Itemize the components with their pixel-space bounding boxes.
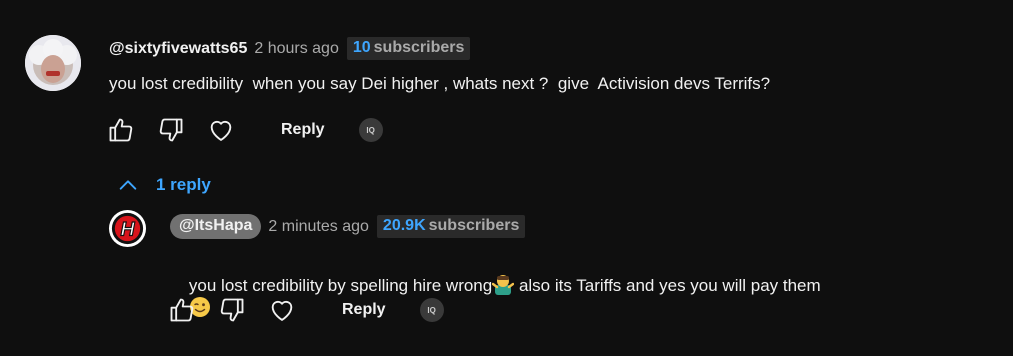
comment-timestamp[interactable]: 2 hours ago bbox=[254, 40, 339, 58]
iq-extension-icon[interactable]: IQ bbox=[358, 118, 383, 142]
avatar-image bbox=[25, 35, 81, 91]
replies-count-label[interactable]: 1 reply bbox=[156, 175, 211, 195]
reply-heart-button[interactable] bbox=[268, 296, 296, 324]
chevron-up-icon bbox=[119, 180, 137, 190]
avatar-letter: H bbox=[120, 218, 135, 240]
reply-text-part1: you lost credibility by spelling hire wr… bbox=[188, 276, 493, 295]
thumbs-up-icon bbox=[109, 118, 133, 142]
reply-text-part2: also its Tariffs and yes you will pay th… bbox=[514, 276, 821, 295]
comment-header: @sixtyfivewatts65 2 hours ago 10 subscrib… bbox=[109, 37, 471, 60]
reply-button[interactable]: Reply bbox=[281, 121, 325, 139]
reply-dislike-button[interactable] bbox=[218, 296, 246, 324]
heart-button[interactable] bbox=[207, 116, 235, 144]
thumbs-down-icon bbox=[220, 298, 244, 322]
reply-subscriber-badge: 20.9K subscribers bbox=[376, 215, 526, 238]
comment-actions: Reply IQ bbox=[107, 116, 383, 144]
commenter-avatar[interactable] bbox=[25, 35, 81, 91]
reply-reply-button[interactable]: Reply bbox=[342, 301, 386, 319]
reply-actions: Reply IQ bbox=[168, 296, 444, 324]
heart-icon bbox=[210, 121, 232, 141]
commenter-handle[interactable]: @sixtyfivewatts65 bbox=[109, 40, 247, 58]
reply-subscriber-label: subscribers bbox=[428, 217, 520, 234]
subscriber-badge: 10 subscribers bbox=[346, 37, 471, 60]
like-button[interactable] bbox=[107, 116, 135, 144]
shrug-emoji-icon bbox=[492, 275, 515, 295]
reply-header: @ItsHapa 2 minutes ago 20.9K subscribers bbox=[170, 214, 526, 239]
reply-avatar[interactable]: H bbox=[108, 209, 147, 248]
heart-icon bbox=[271, 301, 293, 321]
subscriber-label: subscribers bbox=[373, 39, 465, 56]
reply-subscriber-count: 20.9K bbox=[382, 217, 426, 234]
dislike-button[interactable] bbox=[157, 116, 185, 144]
subscriber-count: 10 bbox=[352, 39, 371, 56]
reply-like-button[interactable] bbox=[168, 296, 196, 324]
hapa-logo-icon: H bbox=[108, 209, 147, 248]
thumbs-down-icon bbox=[159, 118, 183, 142]
thumbs-up-icon bbox=[170, 298, 194, 322]
replies-toggle-button[interactable]: 1 reply bbox=[117, 174, 211, 196]
reply-timestamp[interactable]: 2 minutes ago bbox=[268, 218, 369, 236]
comment-text: you lost credibility when you say Dei hi… bbox=[109, 74, 771, 93]
reply-handle[interactable]: @ItsHapa bbox=[170, 214, 262, 239]
reply-iq-extension-icon[interactable]: IQ bbox=[419, 298, 444, 322]
